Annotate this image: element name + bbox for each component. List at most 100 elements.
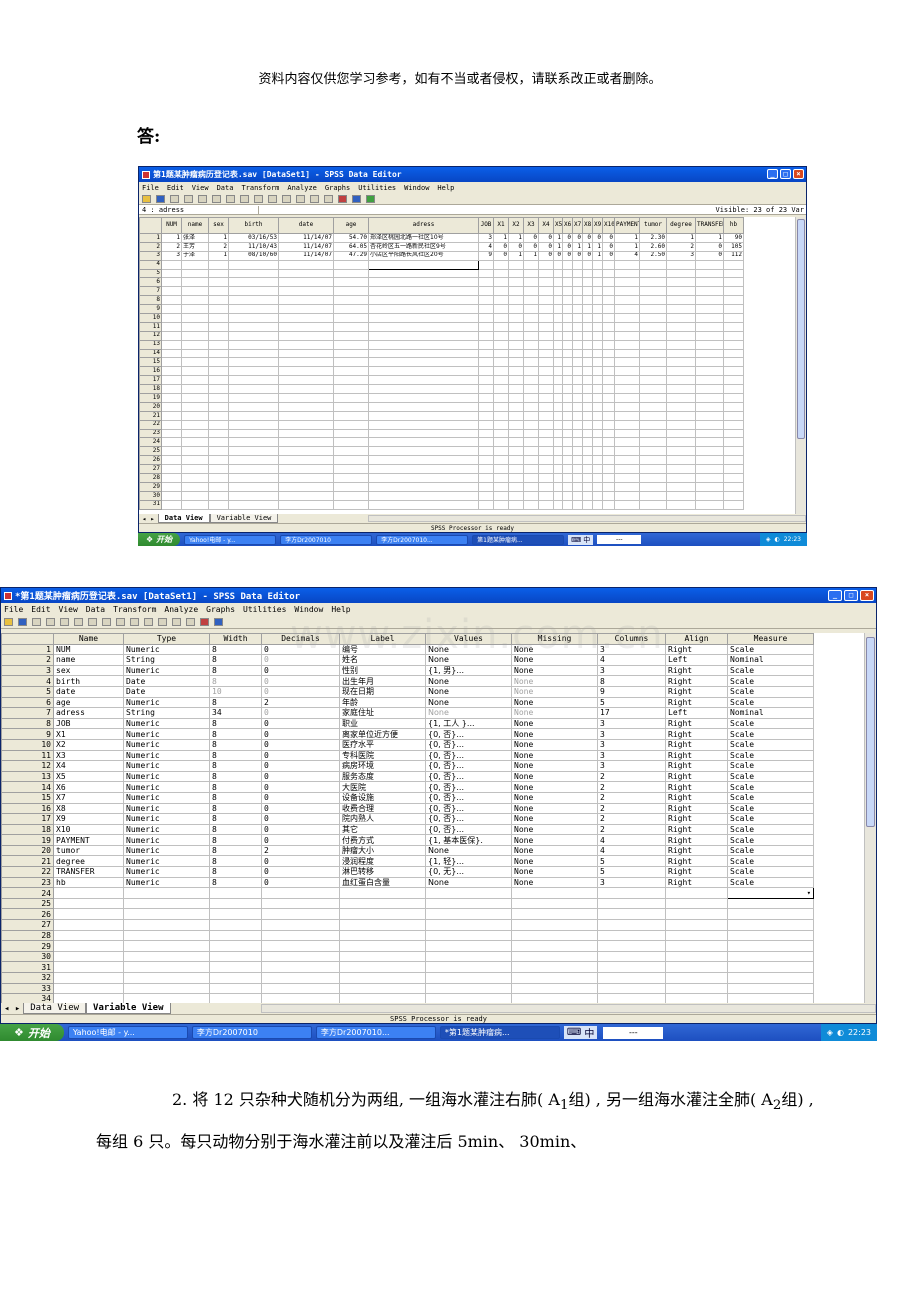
data-cell[interactable] bbox=[181, 321, 209, 332]
row-header[interactable]: 14 bbox=[1, 781, 54, 793]
variable-cell[interactable]: PAYMENT bbox=[53, 834, 124, 846]
variable-cell[interactable] bbox=[727, 993, 814, 1003]
variable-cell[interactable] bbox=[511, 887, 598, 899]
row-header[interactable]: 29 bbox=[139, 481, 162, 492]
data-cell[interactable]: 2 bbox=[208, 241, 229, 252]
data-cell[interactable] bbox=[562, 321, 573, 332]
row-header[interactable]: 2 bbox=[1, 654, 54, 666]
variable-cell[interactable]: 8 bbox=[209, 654, 262, 666]
split-file-icon[interactable] bbox=[158, 617, 167, 626]
variable-cell[interactable] bbox=[123, 940, 210, 952]
data-cell[interactable]: 64.05 bbox=[333, 241, 369, 252]
row-header[interactable]: 25 bbox=[139, 446, 162, 457]
variable-cell[interactable] bbox=[209, 929, 262, 942]
data-cell[interactable] bbox=[562, 286, 573, 297]
column-header-type[interactable]: Type bbox=[123, 633, 210, 645]
data-cell[interactable] bbox=[538, 330, 554, 341]
variable-cell[interactable]: Scale bbox=[727, 685, 814, 698]
data-cell[interactable] bbox=[553, 401, 563, 412]
data-cell[interactable]: 54.70 bbox=[333, 233, 369, 243]
variable-cell[interactable] bbox=[339, 940, 426, 952]
variable-cell[interactable]: Left bbox=[665, 707, 728, 719]
data-cell[interactable] bbox=[228, 357, 279, 368]
variable-cell[interactable] bbox=[665, 929, 728, 942]
insert-cases-icon[interactable] bbox=[130, 617, 139, 626]
data-cell[interactable] bbox=[723, 295, 744, 306]
data-cell[interactable] bbox=[333, 419, 369, 430]
use-sets-icon[interactable] bbox=[214, 617, 223, 626]
variable-cell[interactable]: 9 bbox=[597, 685, 666, 698]
data-cell[interactable] bbox=[639, 490, 667, 501]
data-cell[interactable] bbox=[639, 410, 667, 421]
menu-data[interactable]: Data bbox=[86, 605, 105, 614]
data-cell[interactable] bbox=[368, 446, 479, 457]
variable-cell[interactable]: Scale bbox=[727, 834, 814, 846]
data-cell[interactable] bbox=[592, 428, 603, 439]
variable-cell[interactable]: 3 bbox=[597, 738, 666, 751]
data-cell[interactable] bbox=[695, 268, 724, 279]
variable-cell[interactable]: Scale bbox=[727, 664, 814, 677]
data-cell[interactable] bbox=[614, 455, 640, 466]
variable-cell[interactable] bbox=[511, 897, 598, 910]
data-cell[interactable] bbox=[478, 464, 494, 475]
variable-cell[interactable]: 其它 bbox=[339, 823, 426, 836]
value-labels-icon[interactable] bbox=[200, 617, 209, 626]
data-cell[interactable] bbox=[562, 428, 573, 439]
data-cell[interactable] bbox=[181, 348, 209, 359]
data-cell[interactable] bbox=[478, 384, 494, 395]
variable-cell[interactable]: Right bbox=[665, 855, 728, 868]
data-cell[interactable] bbox=[562, 375, 573, 386]
row-header[interactable]: 6 bbox=[1, 696, 54, 709]
data-cell[interactable] bbox=[368, 259, 479, 270]
variable-cell[interactable] bbox=[597, 972, 666, 984]
data-cell[interactable]: 11/14/07 bbox=[278, 241, 334, 252]
data-cell[interactable] bbox=[508, 428, 524, 439]
data-cell[interactable]: 3 bbox=[478, 233, 494, 243]
variable-cell[interactable] bbox=[261, 993, 340, 1003]
data-cell[interactable] bbox=[639, 401, 667, 412]
variable-cell[interactable]: Scale bbox=[727, 791, 814, 804]
data-cell[interactable] bbox=[639, 304, 667, 315]
data-cell[interactable] bbox=[181, 419, 209, 430]
data-cell[interactable] bbox=[478, 259, 494, 270]
data-cell[interactable] bbox=[208, 499, 229, 510]
redo-icon[interactable] bbox=[212, 194, 221, 203]
variable-cell[interactable] bbox=[123, 897, 210, 910]
data-cell[interactable] bbox=[508, 277, 524, 288]
data-cell[interactable]: 1 bbox=[523, 250, 539, 261]
data-cell[interactable] bbox=[508, 286, 524, 297]
variable-cell[interactable] bbox=[123, 972, 210, 984]
data-cell[interactable] bbox=[572, 410, 583, 421]
variable-cell[interactable] bbox=[425, 908, 512, 921]
data-cell[interactable] bbox=[572, 339, 583, 350]
column-header-num[interactable]: NUM bbox=[161, 217, 182, 234]
data-cell[interactable] bbox=[181, 455, 209, 466]
data-cell[interactable] bbox=[723, 455, 744, 466]
variable-cell[interactable] bbox=[53, 887, 124, 899]
variable-cell[interactable] bbox=[727, 950, 814, 963]
data-cell[interactable] bbox=[723, 401, 744, 412]
data-cell[interactable] bbox=[723, 304, 744, 315]
data-cell[interactable] bbox=[582, 481, 593, 492]
taskbar-item-folder[interactable]: 李方Dr2007010 bbox=[191, 1026, 312, 1039]
data-cell[interactable] bbox=[368, 464, 479, 475]
column-header-x4[interactable]: X4 bbox=[538, 217, 554, 234]
maximize-icon[interactable]: □ bbox=[780, 169, 791, 179]
row-header[interactable]: 23 bbox=[1, 876, 54, 889]
data-cell[interactable]: 于泽 bbox=[181, 250, 209, 261]
data-cell[interactable] bbox=[478, 499, 494, 510]
variable-cell[interactable] bbox=[511, 908, 598, 921]
close-icon[interactable]: × bbox=[860, 590, 874, 601]
data-cell[interactable] bbox=[508, 357, 524, 368]
insert-cases-icon[interactable] bbox=[268, 194, 277, 203]
data-cell[interactable] bbox=[592, 277, 603, 288]
row-header[interactable]: 26 bbox=[1, 908, 54, 921]
data-cell[interactable] bbox=[695, 304, 724, 315]
data-cell[interactable] bbox=[208, 339, 229, 350]
variable-cell[interactable] bbox=[425, 950, 512, 963]
data-cell[interactable] bbox=[723, 490, 744, 501]
data-cell[interactable]: 9 bbox=[478, 250, 494, 261]
variable-cell[interactable]: 8 bbox=[209, 823, 262, 836]
data-cell[interactable] bbox=[666, 366, 696, 377]
row-header[interactable]: 21 bbox=[1, 855, 54, 868]
